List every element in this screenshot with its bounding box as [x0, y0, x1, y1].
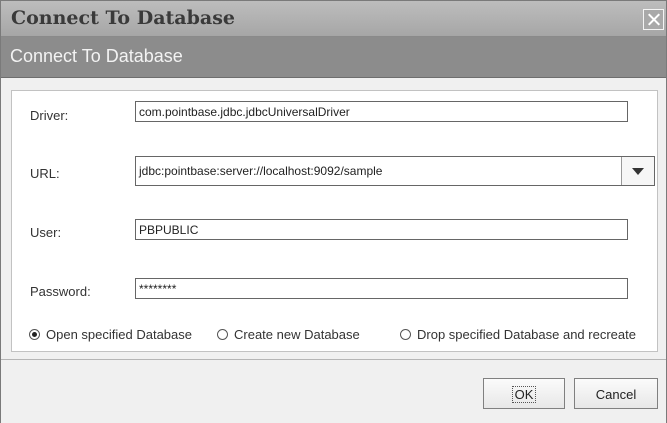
- user-field[interactable]: [135, 219, 628, 240]
- radio-icon[interactable]: [400, 329, 411, 340]
- window-title: Connect To Database: [11, 7, 235, 29]
- password-field[interactable]: [135, 278, 628, 299]
- user-label: User:: [30, 225, 62, 240]
- close-icon[interactable]: [643, 9, 664, 30]
- option-open-database[interactable]: Open specified Database: [29, 327, 192, 342]
- header-banner: Connect To Database: [1, 37, 666, 78]
- url-value: jdbc:pointbase:server://localhost:9092/s…: [139, 164, 383, 178]
- driver-label: Driver:: [30, 108, 69, 123]
- option-create-database[interactable]: Create new Database: [217, 327, 360, 342]
- password-label: Password:: [30, 284, 91, 299]
- title-bar[interactable]: Connect To Database: [1, 1, 666, 37]
- chevron-down-icon[interactable]: [621, 157, 654, 185]
- ok-label: OK: [511, 386, 537, 403]
- form-panel: Driver: URL: jdbc:pointbase:server://loc…: [11, 90, 658, 352]
- option-open-label: Open specified Database: [46, 327, 192, 342]
- option-drop-recreate[interactable]: Drop specified Database and recreate: [400, 327, 636, 342]
- driver-field[interactable]: [135, 101, 628, 122]
- button-bar: OK Cancel: [1, 359, 666, 423]
- option-create-label: Create new Database: [234, 327, 360, 342]
- cancel-button[interactable]: Cancel: [574, 378, 658, 409]
- radio-icon[interactable]: [217, 329, 228, 340]
- header-title: Connect To Database: [10, 46, 183, 66]
- ok-button[interactable]: OK: [483, 378, 565, 409]
- radio-selected-icon[interactable]: [29, 329, 40, 340]
- url-combobox[interactable]: jdbc:pointbase:server://localhost:9092/s…: [135, 156, 655, 186]
- connect-dialog: Connect To Database Connect To Database …: [0, 0, 667, 423]
- url-label: URL:: [30, 166, 60, 181]
- option-drop-label: Drop specified Database and recreate: [417, 327, 636, 342]
